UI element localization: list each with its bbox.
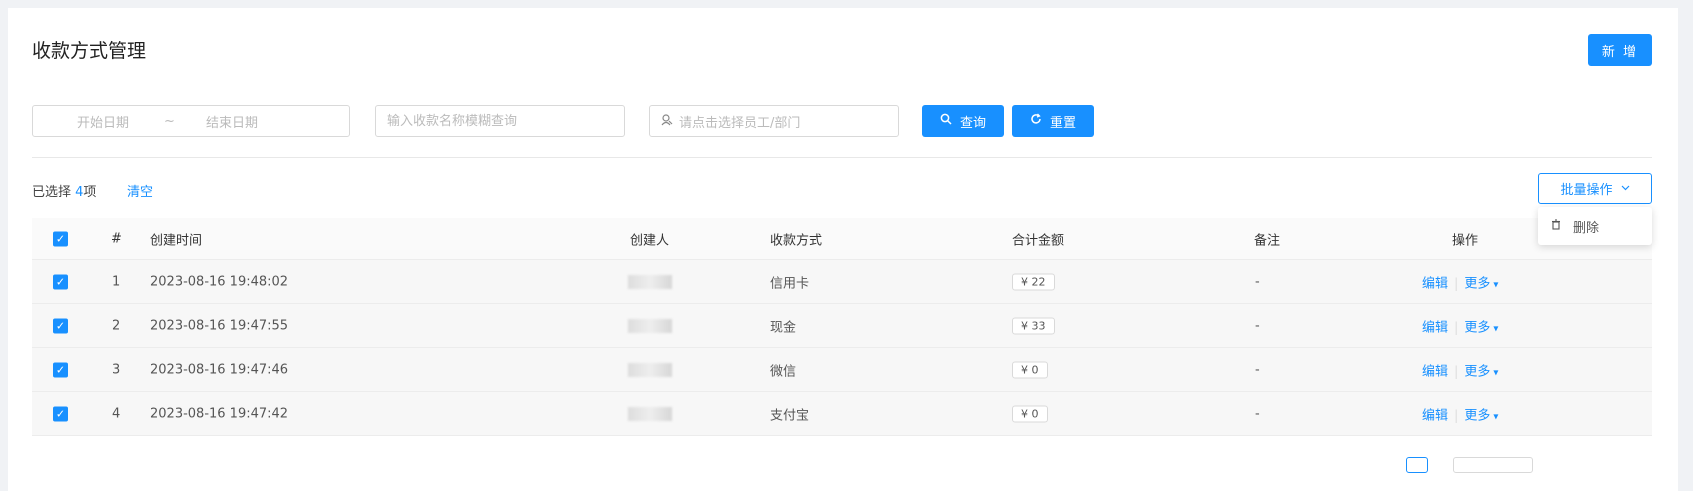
row-remark: - <box>1255 318 1260 333</box>
row-total: ¥ 22 <box>1012 273 1055 290</box>
row-created-at: 2023-08-16 19:47:55 <box>150 318 289 333</box>
row-index: 2 <box>112 318 121 333</box>
edit-link[interactable]: 编辑 <box>1422 408 1448 423</box>
payment-name-search-input[interactable] <box>375 105 625 137</box>
pagination-page-size-select[interactable] <box>1453 457 1533 473</box>
start-date-field[interactable]: 开始日期 <box>77 112 129 131</box>
row-remark: - <box>1255 362 1260 377</box>
new-button[interactable]: 新 增 <box>1588 34 1652 66</box>
row-total: ¥ 33 <box>1012 317 1055 334</box>
main-card: 收款方式管理 新 增 开始日期 ~ 结束日期 请点击选择员工/部门 查询 重置 … <box>8 8 1678 491</box>
chevron-down-icon <box>1621 183 1630 194</box>
employee-placeholder: 请点击选择员工/部门 <box>679 115 801 131</box>
chevron-down-icon: ▾ <box>1493 411 1499 422</box>
row-checkbox[interactable]: ✓ <box>53 318 68 333</box>
row-creator-blurred <box>628 362 672 377</box>
query-button[interactable]: 查询 <box>922 105 1004 137</box>
column-method: 收款方式 <box>770 233 823 248</box>
reload-icon <box>1030 113 1042 129</box>
row-creator-blurred <box>628 318 672 333</box>
table-row: ✓ 2 2023-08-16 19:47:55 现金 ¥ 33 - 编辑 | 更多 ▾ <box>32 304 1652 348</box>
row-method: 信用卡 <box>770 276 810 291</box>
edit-link[interactable]: 编辑 <box>1422 320 1448 335</box>
batch-operations-button[interactable]: 批量操作 <box>1538 173 1652 204</box>
row-total: ¥ 0 <box>1012 361 1048 378</box>
row-ops: 编辑 | 更多 ▾ <box>1422 320 1499 335</box>
column-ops: 操作 <box>1452 233 1479 248</box>
query-label: 查询 <box>959 115 986 131</box>
search-icon <box>940 113 952 129</box>
chevron-down-icon: ▾ <box>1493 367 1499 378</box>
date-range-picker[interactable]: 开始日期 ~ 结束日期 <box>32 105 350 137</box>
edit-link[interactable]: 编辑 <box>1422 364 1448 379</box>
reset-button[interactable]: 重置 <box>1012 105 1094 137</box>
batch-label: 批量操作 <box>1560 183 1613 198</box>
row-checkbox[interactable]: ✓ <box>53 406 68 421</box>
column-total: 合计金额 <box>1012 233 1065 248</box>
row-remark: - <box>1255 274 1260 289</box>
pagination-current-page[interactable] <box>1406 457 1428 473</box>
table-row: ✓ 4 2023-08-16 19:47:42 支付宝 ¥ 0 - 编辑 | 更多 ▾ <box>32 392 1652 436</box>
row-method: 现金 <box>770 320 797 335</box>
batch-dropdown-menu: 删除 <box>1538 207 1652 245</box>
table-row: ✓ 1 2023-08-16 19:48:02 信用卡 ¥ 22 - 编辑 | 更多… <box>32 260 1652 304</box>
row-remark: - <box>1255 406 1260 421</box>
row-ops: 编辑 | 更多 ▾ <box>1422 408 1499 423</box>
select-all-checkbox[interactable]: ✓ <box>53 231 68 246</box>
row-creator-blurred <box>628 274 672 289</box>
chevron-down-icon: ▾ <box>1493 323 1499 334</box>
row-method: 支付宝 <box>770 408 810 423</box>
column-created-at: 创建时间 <box>150 233 203 248</box>
more-link[interactable]: 更多 ▾ <box>1464 320 1498 335</box>
date-separator: ~ <box>164 113 175 129</box>
selection-summary: 已选择 4项 <box>32 185 97 200</box>
row-method: 微信 <box>770 364 797 379</box>
row-ops: 编辑 | 更多 ▾ <box>1422 276 1499 291</box>
row-total: ¥ 0 <box>1012 405 1048 422</box>
row-checkbox[interactable]: ✓ <box>53 362 68 377</box>
chevron-down-icon: ▾ <box>1493 279 1499 290</box>
trash-icon <box>1551 219 1561 233</box>
row-index: 1 <box>112 274 121 289</box>
table-row: ✓ 3 2023-08-16 19:47:46 微信 ¥ 0 - 编辑 | 更多 ▾ <box>32 348 1652 392</box>
column-creator: 创建人 <box>630 233 670 248</box>
more-link[interactable]: 更多 ▾ <box>1464 408 1498 423</box>
row-index: 3 <box>112 362 121 377</box>
table-header: ✓ # 创建时间 创建人 收款方式 合计金额 备注 操作 <box>32 218 1652 260</box>
menu-item-delete[interactable]: 删除 <box>1573 217 1599 236</box>
row-creator-blurred <box>628 406 672 421</box>
reset-label: 重置 <box>1049 115 1076 131</box>
column-index: # <box>111 231 122 246</box>
page-title: 收款方式管理 <box>32 40 147 62</box>
clear-selection-link[interactable]: 清空 <box>127 181 153 200</box>
row-created-at: 2023-08-16 19:48:02 <box>150 274 289 289</box>
more-link[interactable]: 更多 ▾ <box>1464 276 1498 291</box>
divider <box>32 157 1652 158</box>
row-ops: 编辑 | 更多 ▾ <box>1422 364 1499 379</box>
employee-department-selector[interactable]: 请点击选择员工/部门 <box>649 105 899 137</box>
payment-methods-table: ✓ # 创建时间 创建人 收款方式 合计金额 备注 操作 ✓ 1 2023-08… <box>32 218 1652 436</box>
more-link[interactable]: 更多 ▾ <box>1464 364 1498 379</box>
edit-link[interactable]: 编辑 <box>1422 276 1448 291</box>
end-date-field[interactable]: 结束日期 <box>206 112 258 131</box>
row-index: 4 <box>112 406 121 421</box>
row-checkbox[interactable]: ✓ <box>53 274 68 289</box>
row-created-at: 2023-08-16 19:47:42 <box>150 406 289 421</box>
user-search-icon <box>661 113 673 129</box>
column-remark: 备注 <box>1254 233 1281 248</box>
row-created-at: 2023-08-16 19:47:46 <box>150 362 289 377</box>
